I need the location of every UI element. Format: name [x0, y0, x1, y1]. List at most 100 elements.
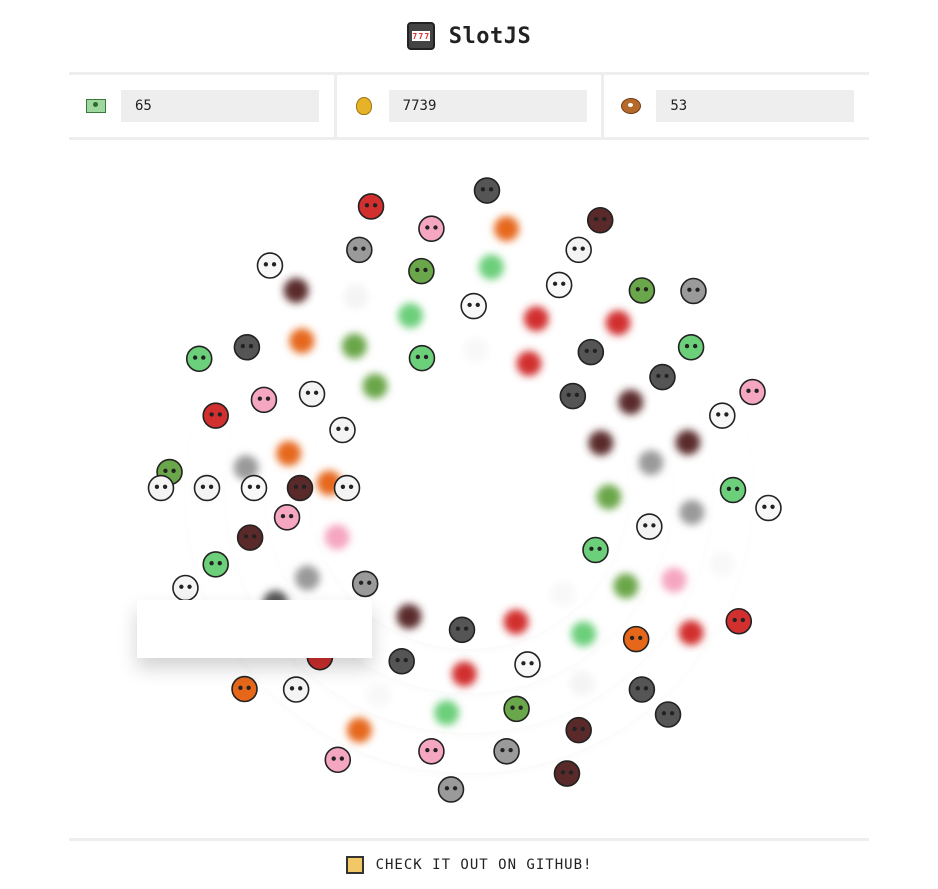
vampire-icon [236, 524, 264, 551]
money-bag-icon [353, 95, 375, 117]
vampire-icon [565, 716, 592, 744]
werewolf-icon [679, 499, 705, 525]
alien-icon [478, 254, 504, 280]
ogre-icon [202, 402, 229, 429]
stat-money-bag: 7739 [333, 75, 602, 137]
brain-icon [250, 386, 278, 414]
moon-icon [654, 701, 682, 728]
ghost-icon [460, 292, 487, 320]
github-icon [345, 856, 364, 874]
ghost-icon [755, 494, 782, 522]
vampire-icon [396, 604, 422, 629]
skull-icon [172, 574, 199, 602]
footer: CHECK IT OUT ON GITHUB! [69, 838, 869, 889]
alien-icon [434, 700, 460, 726]
ogre-icon [605, 310, 631, 336]
header: 777 SlotJS [0, 18, 938, 54]
moon-icon [628, 676, 656, 703]
pumpkin-icon [346, 717, 372, 743]
alien-icon [677, 333, 705, 361]
zombie-icon [503, 695, 530, 723]
alien-icon [571, 621, 597, 647]
werewolf-icon [493, 738, 520, 765]
ogre-icon [451, 661, 477, 687]
skull-icon [569, 670, 595, 696]
github-link[interactable]: CHECK IT OUT ON GITHUB! [376, 857, 593, 873]
ghost-icon [709, 402, 736, 429]
cash-field[interactable]: 65 [121, 90, 319, 122]
alien-icon [185, 345, 213, 373]
alien-icon [582, 536, 609, 564]
brain-icon [324, 746, 352, 774]
zombie-icon [628, 277, 656, 304]
donut-field[interactable]: 53 [656, 90, 855, 122]
vampire-icon [283, 278, 309, 303]
win-line [137, 600, 372, 658]
brain-icon [418, 738, 445, 765]
brain-icon [661, 567, 687, 593]
moon-icon [388, 647, 415, 675]
werewolf-icon [680, 277, 707, 305]
cash-icon [85, 95, 107, 117]
brain-icon [324, 524, 350, 550]
ogre-icon [516, 351, 542, 376]
skull-icon [282, 676, 310, 703]
donut-icon [620, 95, 642, 117]
slot-machine-icon: 777 [406, 22, 435, 50]
ghost-icon [545, 271, 573, 299]
ogre-icon [523, 306, 549, 332]
zombie-icon [156, 458, 183, 486]
moon-icon [649, 363, 676, 391]
alien-icon [408, 344, 436, 372]
slot-machine[interactable] [0, 145, 938, 835]
ogre-icon [725, 607, 753, 635]
vampire-icon [675, 429, 701, 455]
vampire-icon [588, 430, 614, 456]
money-bag-field[interactable]: 7739 [388, 90, 587, 122]
pumpkin-icon [316, 470, 342, 496]
zombie-icon [408, 257, 435, 285]
werewolf-icon [294, 565, 320, 591]
skull-icon [565, 236, 592, 264]
zombie-icon [613, 573, 639, 599]
pumpkin-icon [289, 328, 315, 354]
moon-icon [448, 616, 476, 644]
page-title: SlotJS [448, 23, 532, 49]
ghost-icon [192, 477, 218, 503]
moon-icon [559, 382, 587, 410]
moon-icon [233, 333, 261, 361]
ogre-icon [678, 620, 704, 646]
ghost-icon [514, 651, 541, 678]
ghost-icon [550, 581, 576, 607]
zombie-icon [341, 333, 367, 359]
moon-icon [473, 177, 501, 204]
reels[interactable] [0, 145, 938, 835]
skull-icon [636, 513, 663, 540]
stats-bar: 65 7739 53 [69, 72, 869, 140]
vampire-icon [618, 389, 644, 415]
brain-icon [418, 215, 445, 242]
alien-icon [202, 551, 229, 578]
pumpkin-icon [622, 625, 650, 653]
skull-icon [298, 380, 326, 408]
werewolf-icon [351, 570, 379, 598]
werewolf-icon [437, 776, 465, 803]
werewolf-icon [233, 455, 259, 481]
stat-cash: 65 [69, 75, 334, 137]
ghost-icon [366, 682, 392, 708]
ghost-icon [709, 551, 735, 577]
pumpkin-icon [231, 675, 258, 703]
pumpkin-icon [494, 216, 520, 242]
vampire-icon [553, 760, 581, 787]
werewolf-icon [638, 450, 664, 476]
skull-icon [343, 284, 369, 310]
zombie-icon [362, 373, 388, 399]
alien-icon [719, 476, 747, 504]
werewolf-icon [346, 236, 373, 264]
brain-icon [739, 378, 766, 406]
vampire-icon [586, 206, 614, 234]
skull-icon [329, 416, 356, 444]
alien-icon [398, 303, 423, 329]
ogre-icon [503, 609, 529, 635]
moon-icon [577, 338, 605, 366]
